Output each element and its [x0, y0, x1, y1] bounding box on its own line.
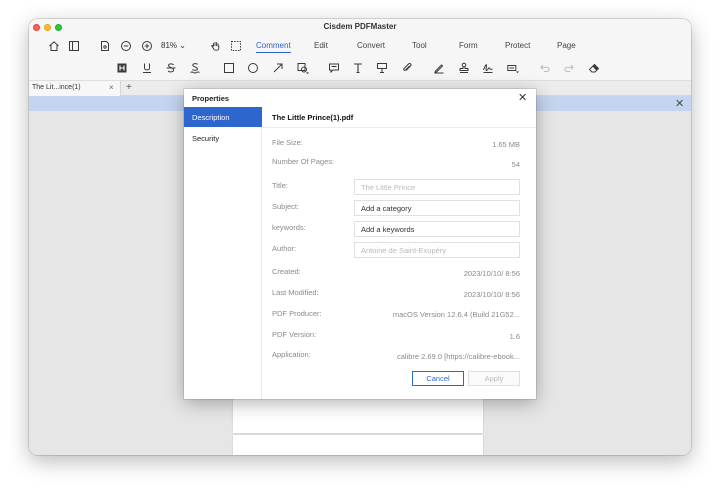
modified-value: 2023/10/10/ 8:56	[463, 290, 520, 299]
title-field[interactable]	[354, 179, 520, 195]
author-field[interactable]	[354, 242, 520, 258]
sidebar-toggle-icon[interactable]	[67, 39, 81, 53]
file-size-label: File Size:	[272, 138, 303, 147]
document-tab[interactable]: The Lit...ince(1) ×	[29, 81, 121, 96]
dialog-title: Properties	[192, 94, 230, 103]
sidebar-item-description[interactable]: Description	[184, 107, 262, 127]
tab-comment[interactable]: Comment	[256, 41, 291, 53]
shape-menu-icon[interactable]	[296, 61, 310, 75]
eraser-icon[interactable]	[587, 61, 601, 75]
strikethrough-icon[interactable]	[164, 61, 178, 75]
sidebar-item-security[interactable]: Security	[184, 128, 262, 148]
ellipse-icon[interactable]	[246, 61, 260, 75]
close-icon[interactable]: ✕	[675, 97, 684, 110]
file-size-value: 1.65 MB	[492, 140, 520, 149]
tab-convert[interactable]: Convert	[357, 41, 385, 50]
tab-protect[interactable]: Protect	[505, 41, 530, 50]
squiggly-icon[interactable]	[188, 61, 202, 75]
chevron-down-icon: ⌄	[179, 41, 186, 50]
note-icon[interactable]	[327, 61, 341, 75]
textbox-menu-icon[interactable]	[506, 61, 520, 75]
redo-icon[interactable]	[562, 61, 576, 75]
created-label: Created:	[272, 267, 301, 276]
dialog-sidebar: Description Security	[184, 107, 262, 399]
dialog-content: The Little Prince(1).pdf File Size: 1.65…	[262, 107, 536, 399]
tab-form[interactable]: Form	[459, 41, 478, 50]
highlight-icon[interactable]	[115, 61, 129, 75]
dialog-header: Properties ✕	[184, 89, 536, 107]
close-icon[interactable]: ✕	[518, 91, 527, 104]
divider	[262, 127, 536, 128]
signature-icon[interactable]	[481, 61, 495, 75]
tab-edit[interactable]: Edit	[314, 41, 328, 50]
tab-close-icon[interactable]: ×	[109, 83, 114, 92]
hand-tool-icon[interactable]	[209, 39, 223, 53]
undo-icon[interactable]	[538, 61, 552, 75]
subject-label: Subject:	[272, 202, 300, 211]
modified-label: Last Modified:	[272, 288, 319, 297]
tab-tool[interactable]: Tool	[412, 41, 427, 50]
attachment-icon[interactable]	[400, 61, 414, 75]
application-label: Application:	[272, 350, 311, 359]
cancel-button[interactable]: Cancel	[412, 371, 464, 386]
titlebar: Cisdem PDFMaster 81% ⌄ Comment Edit Conv…	[29, 19, 691, 81]
subject-field[interactable]	[354, 200, 520, 216]
zoom-in-icon[interactable]	[140, 39, 154, 53]
producer-value: macOS Version 12.6.4 (Build 21G52...	[392, 310, 520, 319]
producer-label: PDF Producer:	[272, 309, 322, 318]
app-title: Cisdem PDFMaster	[323, 22, 397, 31]
title-label: Title:	[272, 181, 288, 190]
version-label: PDF Version:	[272, 330, 317, 339]
rectangle-icon[interactable]	[222, 61, 236, 75]
zoom-out-icon[interactable]	[119, 39, 133, 53]
stamp-icon[interactable]	[457, 61, 471, 75]
apply-button[interactable]: Apply	[468, 371, 520, 386]
underline-icon[interactable]	[140, 61, 154, 75]
arrow-icon[interactable]	[271, 61, 285, 75]
file-name: The Little Prince(1).pdf	[272, 113, 354, 122]
document-tab-label: The Lit...ince(1)	[32, 84, 81, 91]
pen-icon[interactable]	[432, 61, 446, 75]
callout-icon[interactable]	[375, 61, 389, 75]
application-value: calibre 2.69.0 [https://calibre-ebook...	[397, 352, 520, 361]
properties-dialog: Properties ✕ Description Security The Li…	[184, 89, 536, 399]
home-icon[interactable]	[47, 39, 61, 53]
document-view-icon[interactable]	[98, 39, 112, 53]
text-icon[interactable]	[351, 61, 365, 75]
tab-page[interactable]: Page	[557, 41, 576, 50]
zoom-value: 81%	[161, 41, 178, 50]
pages-value: 54	[511, 160, 520, 169]
new-tab-icon[interactable]: +	[126, 82, 132, 93]
pages-label: Number Of Pages:	[272, 157, 335, 166]
zoom-level[interactable]: 81% ⌄	[161, 41, 186, 50]
created-value: 2023/10/10/ 8:56	[463, 269, 520, 278]
pdf-page	[233, 435, 483, 455]
keywords-label: keywords:	[272, 223, 306, 232]
author-label: Author:	[272, 244, 297, 253]
marquee-select-icon[interactable]	[229, 39, 243, 53]
version-value: 1.6	[509, 332, 520, 341]
keywords-field[interactable]	[354, 221, 520, 237]
